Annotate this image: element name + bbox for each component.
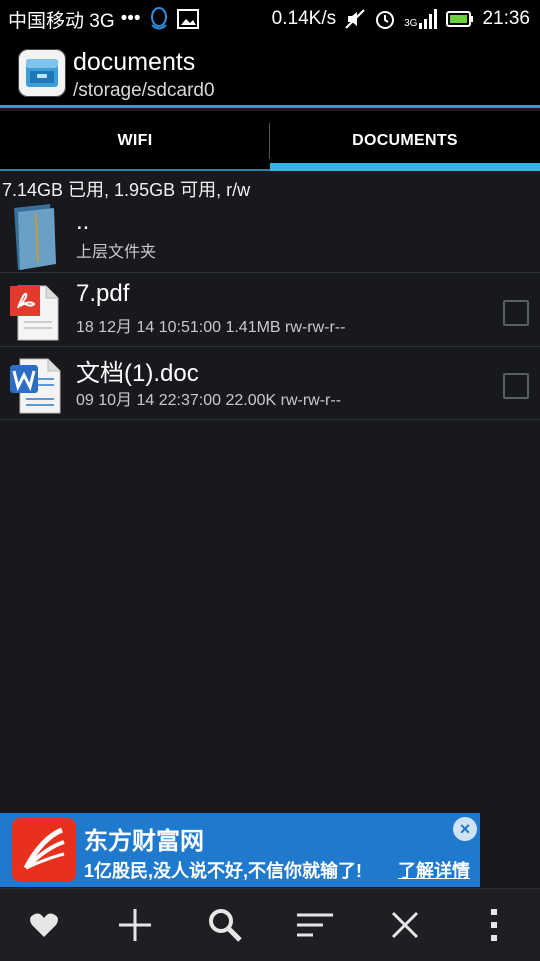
heart-icon <box>30 913 58 937</box>
mute-icon <box>345 9 365 29</box>
sort-icon <box>297 913 333 937</box>
battery-icon <box>446 11 474 27</box>
app-title: documents <box>73 48 196 76</box>
storage-info: 7.14GB 已用, 1.95GB 可用, r/w <box>2 180 251 200</box>
current-path: /storage/sdcard0 <box>73 80 215 101</box>
overflow-menu-icon <box>491 909 497 941</box>
tab-wifi[interactable]: WIFI <box>0 111 270 171</box>
tab-documents[interactable]: DOCUMENTS <box>270 111 540 171</box>
app-bar-divider <box>0 105 540 108</box>
file-manager-icon[interactable] <box>18 49 66 97</box>
file-meta: 18 12月 14 10:51:00 1.41MB rw-rw-r-- <box>76 319 346 336</box>
cancel-button[interactable] <box>383 903 427 947</box>
file-name: .. <box>76 208 90 235</box>
signal-strength-icon <box>419 9 438 29</box>
list-item-pdf[interactable]: 7.pdf 18 12月 14 10:51:00 1.41MB rw-rw-r-… <box>0 274 540 347</box>
close-icon <box>391 911 419 939</box>
list-item-doc[interactable]: 文档(1).doc 09 10月 14 22:37:00 22.00K rw-r… <box>0 347 540 420</box>
select-checkbox[interactable] <box>503 300 529 326</box>
add-button[interactable] <box>113 903 157 947</box>
search-button[interactable] <box>203 903 247 947</box>
file-name: 文档(1).doc <box>76 360 199 387</box>
file-meta: 09 10月 14 22:37:00 22.00K rw-rw-r-- <box>76 392 342 409</box>
folder-icon <box>14 204 56 270</box>
word-file-icon <box>10 358 61 414</box>
row-divider <box>0 272 540 273</box>
file-name: 7.pdf <box>76 280 130 307</box>
signal-type-label: 3G <box>404 18 418 29</box>
row-divider <box>0 419 540 420</box>
list-item-parent-folder[interactable]: .. 上层文件夹 <box>0 200 540 273</box>
carrier-label: 中国移动 3G <box>8 10 115 32</box>
add-icon <box>119 909 151 941</box>
app-bar: documents /storage/sdcard0 <box>0 38 540 108</box>
overflow-menu-button[interactable] <box>472 903 516 947</box>
ad-banner[interactable]: 东方财富网 1亿股民,没人说不好,不信你就输了! 了解详情 × <box>0 813 480 887</box>
tab-bar: WIFI DOCUMENTS <box>0 111 540 171</box>
ad-close-icon[interactable]: × <box>453 817 477 841</box>
search-icon <box>209 909 242 942</box>
status-bar: 中国移动 3G ••• 0.14K/s 3G 21:36 <box>0 0 540 38</box>
tab-divider <box>269 123 270 159</box>
qq-icon <box>150 7 167 30</box>
pdf-file-icon <box>10 285 59 341</box>
file-meta: 上层文件夹 <box>76 244 157 261</box>
clock: 21:36 <box>482 8 530 29</box>
bottom-action-bar <box>0 888 540 961</box>
select-checkbox[interactable] <box>503 373 529 399</box>
sort-button[interactable] <box>293 903 337 947</box>
ad-text: 1亿股民,没人说不好,不信你就输了! <box>84 861 363 881</box>
gallery-icon <box>176 9 199 29</box>
ad-title: 东方财富网 <box>84 828 204 855</box>
more-dots: ••• <box>120 8 141 29</box>
ad-logo <box>12 818 76 882</box>
ad-link[interactable]: 了解详情 <box>398 857 470 883</box>
network-speed: 0.14K/s <box>271 8 337 29</box>
favorite-button[interactable] <box>22 903 66 947</box>
alarm-icon <box>376 11 395 29</box>
